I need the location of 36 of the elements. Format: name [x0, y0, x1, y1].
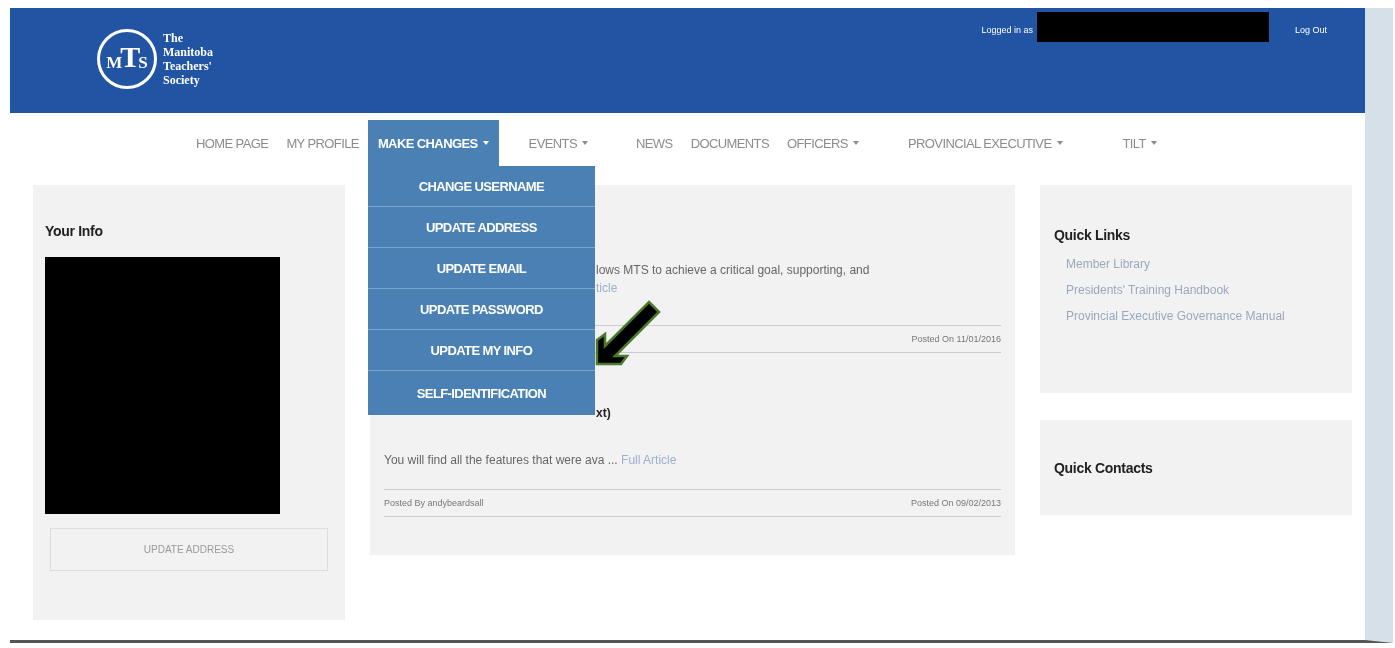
logo-text: Manitoba	[163, 44, 213, 59]
posted-on-text: Posted On 09/02/2013	[910, 498, 1001, 508]
article-excerpt: lows MTS to achieve a critical goal, supporting, and	[596, 263, 870, 277]
dropdown-item[interactable]: CHANGE USERNAME	[367, 166, 595, 207]
nav-item[interactable]: NEWS	[608, 120, 682, 166]
nav-item[interactable]: DOCUMENTS	[681, 120, 778, 166]
nav-item[interactable]: PROVINCIAL EXECUTIVE	[867, 120, 1093, 166]
logo-text: Teachers'	[163, 58, 213, 73]
nav-item[interactable]: MAKE CHANGES	[367, 120, 499, 166]
nav-item[interactable]: EVENTS	[498, 120, 608, 166]
dropdown-item[interactable]: UPDATE EMAIL	[367, 248, 595, 289]
panel-title: Quick Contacts	[1054, 460, 1154, 476]
quick-link[interactable]: Member Library	[1066, 257, 1338, 271]
nav-item[interactable]: OFFICERS	[778, 120, 868, 166]
update-address-button[interactable]: UPDATE ADDRESS	[50, 528, 328, 571]
panel-title: Your Info	[45, 223, 104, 239]
nav-item[interactable]: MY PROFILE	[277, 120, 368, 166]
log-out-link[interactable]: Log Out	[1294, 25, 1327, 35]
panel-title: Quick Links	[1054, 227, 1132, 243]
dropdown-item[interactable]: UPDATE ADDRESS	[367, 207, 595, 248]
dropdown-item[interactable]: UPDATE PASSWORD	[367, 289, 595, 330]
full-article-link[interactable]: ticle	[596, 281, 618, 295]
dropdown-item[interactable]: SELF-IDENTIFICATION	[367, 371, 595, 415]
logo-text: Society	[163, 72, 201, 87]
nav-item[interactable]: HOME PAGE	[187, 120, 278, 166]
quick-link[interactable]: Presidents' Training Handbook	[1066, 283, 1338, 297]
logged-in-label: Logged in as	[981, 25, 1033, 35]
article-title[interactable]: xt)	[596, 406, 611, 420]
logo-text: The	[163, 30, 184, 45]
full-article-link[interactable]: Full Article	[621, 453, 677, 467]
posted-on-text: Posted On 11/01/2016	[911, 334, 1001, 344]
quick-link[interactable]: Provincial Executive Governance Manual	[1066, 309, 1338, 323]
dropdown-item[interactable]: UPDATE MY INFO	[367, 330, 595, 371]
posted-by-text: Posted By andybeardsall	[384, 498, 484, 508]
article-excerpt: You will find all the features that were ava ...	[384, 453, 618, 467]
nav-item[interactable]: TILT	[1092, 120, 1166, 166]
